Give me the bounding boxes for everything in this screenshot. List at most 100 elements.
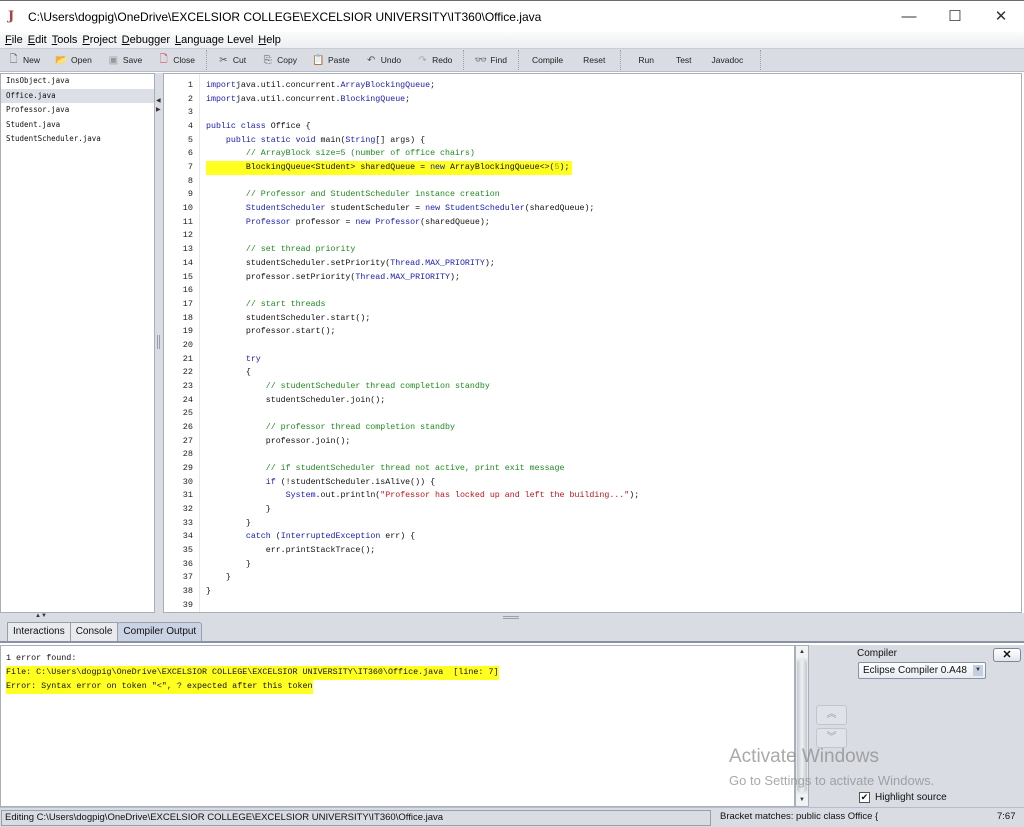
code-token: .out.println( [315,491,381,501]
menu-help[interactable]: Help [258,34,281,46]
output-scrollbar[interactable]: ▲ ▼ [795,645,809,807]
code-line[interactable]: 15 professor.setPriority(Thread.MAX_PRIO… [164,271,1021,285]
file-list-item[interactable]: Student.java [1,118,154,133]
tab-interactions[interactable]: Interactions [7,622,71,641]
menu-label: ebugger [129,34,170,46]
javadoc-button[interactable]: Javadoc [702,49,758,71]
close-button[interactable]: 🗋 Close [150,49,203,71]
compiler-output-pane[interactable]: 1 error found: File: C:\Users\dogpig\One… [0,645,795,807]
code-line[interactable]: 37 } [164,571,1021,585]
code-line[interactable]: 3 [164,106,1021,120]
code-editor[interactable]: 1 importjava.util.concurrent.ArrayBlockin… [163,73,1022,613]
highlight-source-checkbox[interactable]: ✔ Highlight source [859,792,947,803]
code-line[interactable]: 2 importjava.util.concurrent.BlockingQueu… [164,93,1021,107]
code-line[interactable]: 29 // if studentScheduler thread not act… [164,462,1021,476]
code-line[interactable]: 18 studentScheduler.start(); [164,312,1021,326]
code-token: } [206,587,211,597]
code-line[interactable]: 28 [164,448,1021,462]
code-line[interactable]: 35 err.printStackTrace(); [164,544,1021,558]
vertical-splitter[interactable]: ◀ ▶ [155,73,163,613]
line-number: 9 [187,189,193,200]
code-token: ); [449,272,460,282]
file-list-item[interactable]: StudentScheduler.java [1,132,154,147]
paste-button[interactable]: 📋 Paste [305,49,358,71]
close-window-button[interactable]: ✕ [978,1,1024,31]
code-line[interactable]: 32 } [164,503,1021,517]
code-line[interactable]: 31 System.out.println("Professor has loc… [164,489,1021,503]
code-line[interactable]: 10 StudentScheduler studentScheduler = n… [164,202,1021,216]
code-line[interactable]: 4 public class Office { [164,120,1021,134]
code-line[interactable]: 14 studentScheduler.setPriority(Thread.M… [164,257,1021,271]
compile-button[interactable]: Compile [522,49,577,71]
compiler-selected-value: Eclipse Compiler 0.A48 [863,665,967,676]
code-line[interactable]: 21 try [164,353,1021,367]
save-button[interactable]: ▣ Save [100,49,150,71]
compiler-select[interactable]: Eclipse Compiler 0.A48 ▼ [858,662,986,679]
splitter-arrows-icon[interactable]: ▲▼ [35,613,47,619]
file-list-item[interactable]: Professor.java [1,103,154,118]
code-line[interactable]: 36 } [164,558,1021,572]
code-line[interactable]: 11 Professor professor = new Professor(s… [164,216,1021,230]
reset-button[interactable]: Reset [577,49,617,71]
code-line[interactable]: 17 // start threads [164,298,1021,312]
code-line[interactable]: 25 [164,407,1021,421]
code-line[interactable]: 1 importjava.util.concurrent.ArrayBlockin… [164,79,1021,93]
code-line[interactable]: 27 professor.join(); [164,435,1021,449]
menu-debugger[interactable]: Debugger [122,34,170,46]
code-line[interactable]: 16 [164,284,1021,298]
cut-button[interactable]: ✂ Cut [210,49,254,71]
code-line[interactable]: 9 // Professor and StudentScheduler inst… [164,188,1021,202]
run-button[interactable]: Run [624,49,666,71]
scroll-up-icon[interactable]: ▲ [796,646,808,658]
code-line[interactable]: 13 // set thread priority [164,243,1021,257]
menu-edit[interactable]: Edit [28,34,47,46]
undo-button[interactable]: ↶ Undo [358,49,409,71]
code-line[interactable]: 22 { [164,366,1021,380]
redo-button[interactable]: ↷ Redo [409,49,460,71]
line-number: 30 [182,476,193,487]
code-line[interactable]: 34 catch (InterruptedException err) { [164,530,1021,544]
previous-error-button[interactable]: ︽ [816,705,847,725]
code-line[interactable]: 5 public static void main(String[] args)… [164,134,1021,148]
minimize-button[interactable]: — [886,1,932,31]
menu-tools[interactable]: Tools [52,34,78,46]
code-line[interactable]: 19 professor.start(); [164,325,1021,339]
code-line[interactable]: 38} [164,585,1021,599]
open-button[interactable]: 📂 Open [48,49,100,71]
maximize-button[interactable]: ☐ [932,1,978,31]
status-bracket-match: Bracket matches: public class Office { [720,811,879,822]
code-line[interactable]: 7 BlockingQueue<Student> sharedQueue = n… [164,161,1021,175]
tab-compiler-output[interactable]: Compiler Output [117,622,203,641]
menu-language-level[interactable]: Language Level [175,34,253,46]
chevron-down-icon[interactable]: ▼ [973,665,983,676]
checkbox-checked-icon[interactable]: ✔ [859,792,870,803]
find-button[interactable]: 👓 Find [467,49,515,71]
next-error-button[interactable]: ︾ [816,728,847,748]
code-line[interactable]: 26 // professor thread completion standb… [164,421,1021,435]
code-line[interactable]: 30 if (!studentScheduler.isAlive()) { [164,476,1021,490]
code-line[interactable]: 23 // studentScheduler thread completion… [164,380,1021,394]
code-line[interactable]: 39 [164,599,1021,612]
error-message[interactable]: Error: Syntax error on token "<", ? expe… [6,680,313,694]
close-panel-button[interactable]: ✕ [993,648,1021,662]
tab-console[interactable]: Console [69,622,119,641]
code-line[interactable]: 33 } [164,517,1021,531]
test-button[interactable]: Test [666,49,702,71]
code-line[interactable]: 12 [164,229,1021,243]
menu-project[interactable]: Project [82,34,116,46]
code-text: { [206,366,251,380]
new-button[interactable]: 🗋 New [0,49,48,71]
code-line[interactable]: 6 // ArrayBlock size=5 (number of office… [164,147,1021,161]
file-list-item[interactable]: Office.java [1,88,154,103]
copy-button[interactable]: ⎘ Copy [254,49,305,71]
file-list-item[interactable]: InsObject.java [1,74,154,89]
scrollbar-thumb[interactable] [797,660,807,792]
code-line[interactable]: 24 studentScheduler.join(); [164,394,1021,408]
menu-file[interactable]: File [5,34,23,46]
splitter-arrows-icon[interactable]: ◀ ▶ [156,97,161,115]
code-line[interactable]: 20 [164,339,1021,353]
scroll-down-icon[interactable]: ▼ [796,794,808,806]
code-line[interactable]: 8 [164,175,1021,189]
error-file-line[interactable]: File: C:\Users\dogpig\OneDrive\EXCELSIOR… [6,666,499,680]
